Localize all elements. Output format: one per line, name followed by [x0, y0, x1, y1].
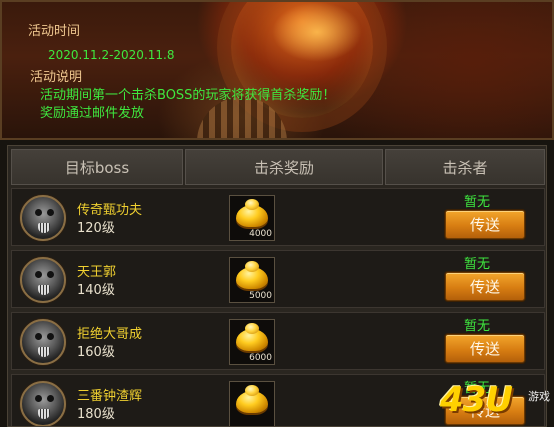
reward-item-slot[interactable] [229, 381, 275, 426]
event-banner: 活动时间 2020.11.2-2020.11.8 活动说明 活动期间第一个击杀B… [0, 0, 554, 140]
header-kill-reward: 击杀奖励 [185, 149, 383, 185]
boss-level: 160级 [77, 345, 115, 360]
reward-item-slot[interactable]: 4000 [229, 195, 275, 241]
table-row: 拒绝大哥成 160级 6000 暂无 传送 [11, 312, 545, 370]
gold-ingot-icon [236, 323, 268, 351]
table-header: 目标boss 击杀奖励 击杀者 [8, 146, 546, 188]
boss-name: 传奇甄功夫 [77, 203, 143, 218]
teleport-button[interactable]: 传送 [445, 272, 525, 301]
killer-status: 暂无 [464, 195, 491, 210]
header-killer: 击杀者 [385, 149, 545, 185]
event-description-line-1: 活动期间第一个击杀BOSS的玩家将获得首杀奖励！ [40, 88, 336, 103]
event-time-label: 活动时间 [28, 24, 81, 39]
boss-name: 三番钟渣辉 [77, 389, 143, 404]
boss-level: 140级 [77, 283, 115, 298]
boss-skull-avatar-icon [20, 381, 66, 426]
event-description-line-2: 奖励通过邮件发放 [40, 106, 145, 121]
boss-name: 天王郭 [77, 265, 117, 280]
header-target-boss: 目标boss [11, 149, 183, 185]
event-description-label: 活动说明 [30, 70, 83, 85]
boss-skull-avatar-icon [20, 195, 66, 241]
event-date-range: 2020.11.2-2020.11.8 [48, 48, 175, 62]
boss-skull-avatar-icon [20, 319, 66, 365]
boss-skull-avatar-icon [20, 257, 66, 303]
teleport-button[interactable]: 传送 [445, 210, 525, 239]
boss-level: 120级 [77, 221, 115, 236]
table-row: 传奇甄功夫 120级 4000 暂无 传送 [11, 188, 545, 246]
site-watermark-logo: 43U 游戏 [440, 380, 550, 424]
killer-status: 暂无 [464, 319, 491, 334]
reward-item-slot[interactable]: 6000 [229, 319, 275, 365]
watermark-sub-text: 游戏 [528, 390, 550, 403]
reward-quantity: 6000 [249, 353, 272, 363]
gold-ingot-icon [236, 385, 268, 413]
table-row: 天王郭 140级 5000 暂无 传送 [11, 250, 545, 308]
gold-ingot-icon [236, 199, 268, 227]
reward-item-slot[interactable]: 5000 [229, 257, 275, 303]
event-info: 活动时间 2020.11.2-2020.11.8 活动说明 活动期间第一个击杀B… [2, 2, 552, 138]
gold-ingot-icon [236, 261, 268, 289]
teleport-button[interactable]: 传送 [445, 334, 525, 363]
killer-status: 暂无 [464, 257, 491, 272]
boss-name: 拒绝大哥成 [77, 327, 143, 342]
reward-quantity: 5000 [249, 291, 272, 301]
reward-quantity: 4000 [249, 229, 272, 239]
boss-level: 180级 [77, 407, 115, 422]
watermark-logo-text: 43U [440, 380, 513, 420]
